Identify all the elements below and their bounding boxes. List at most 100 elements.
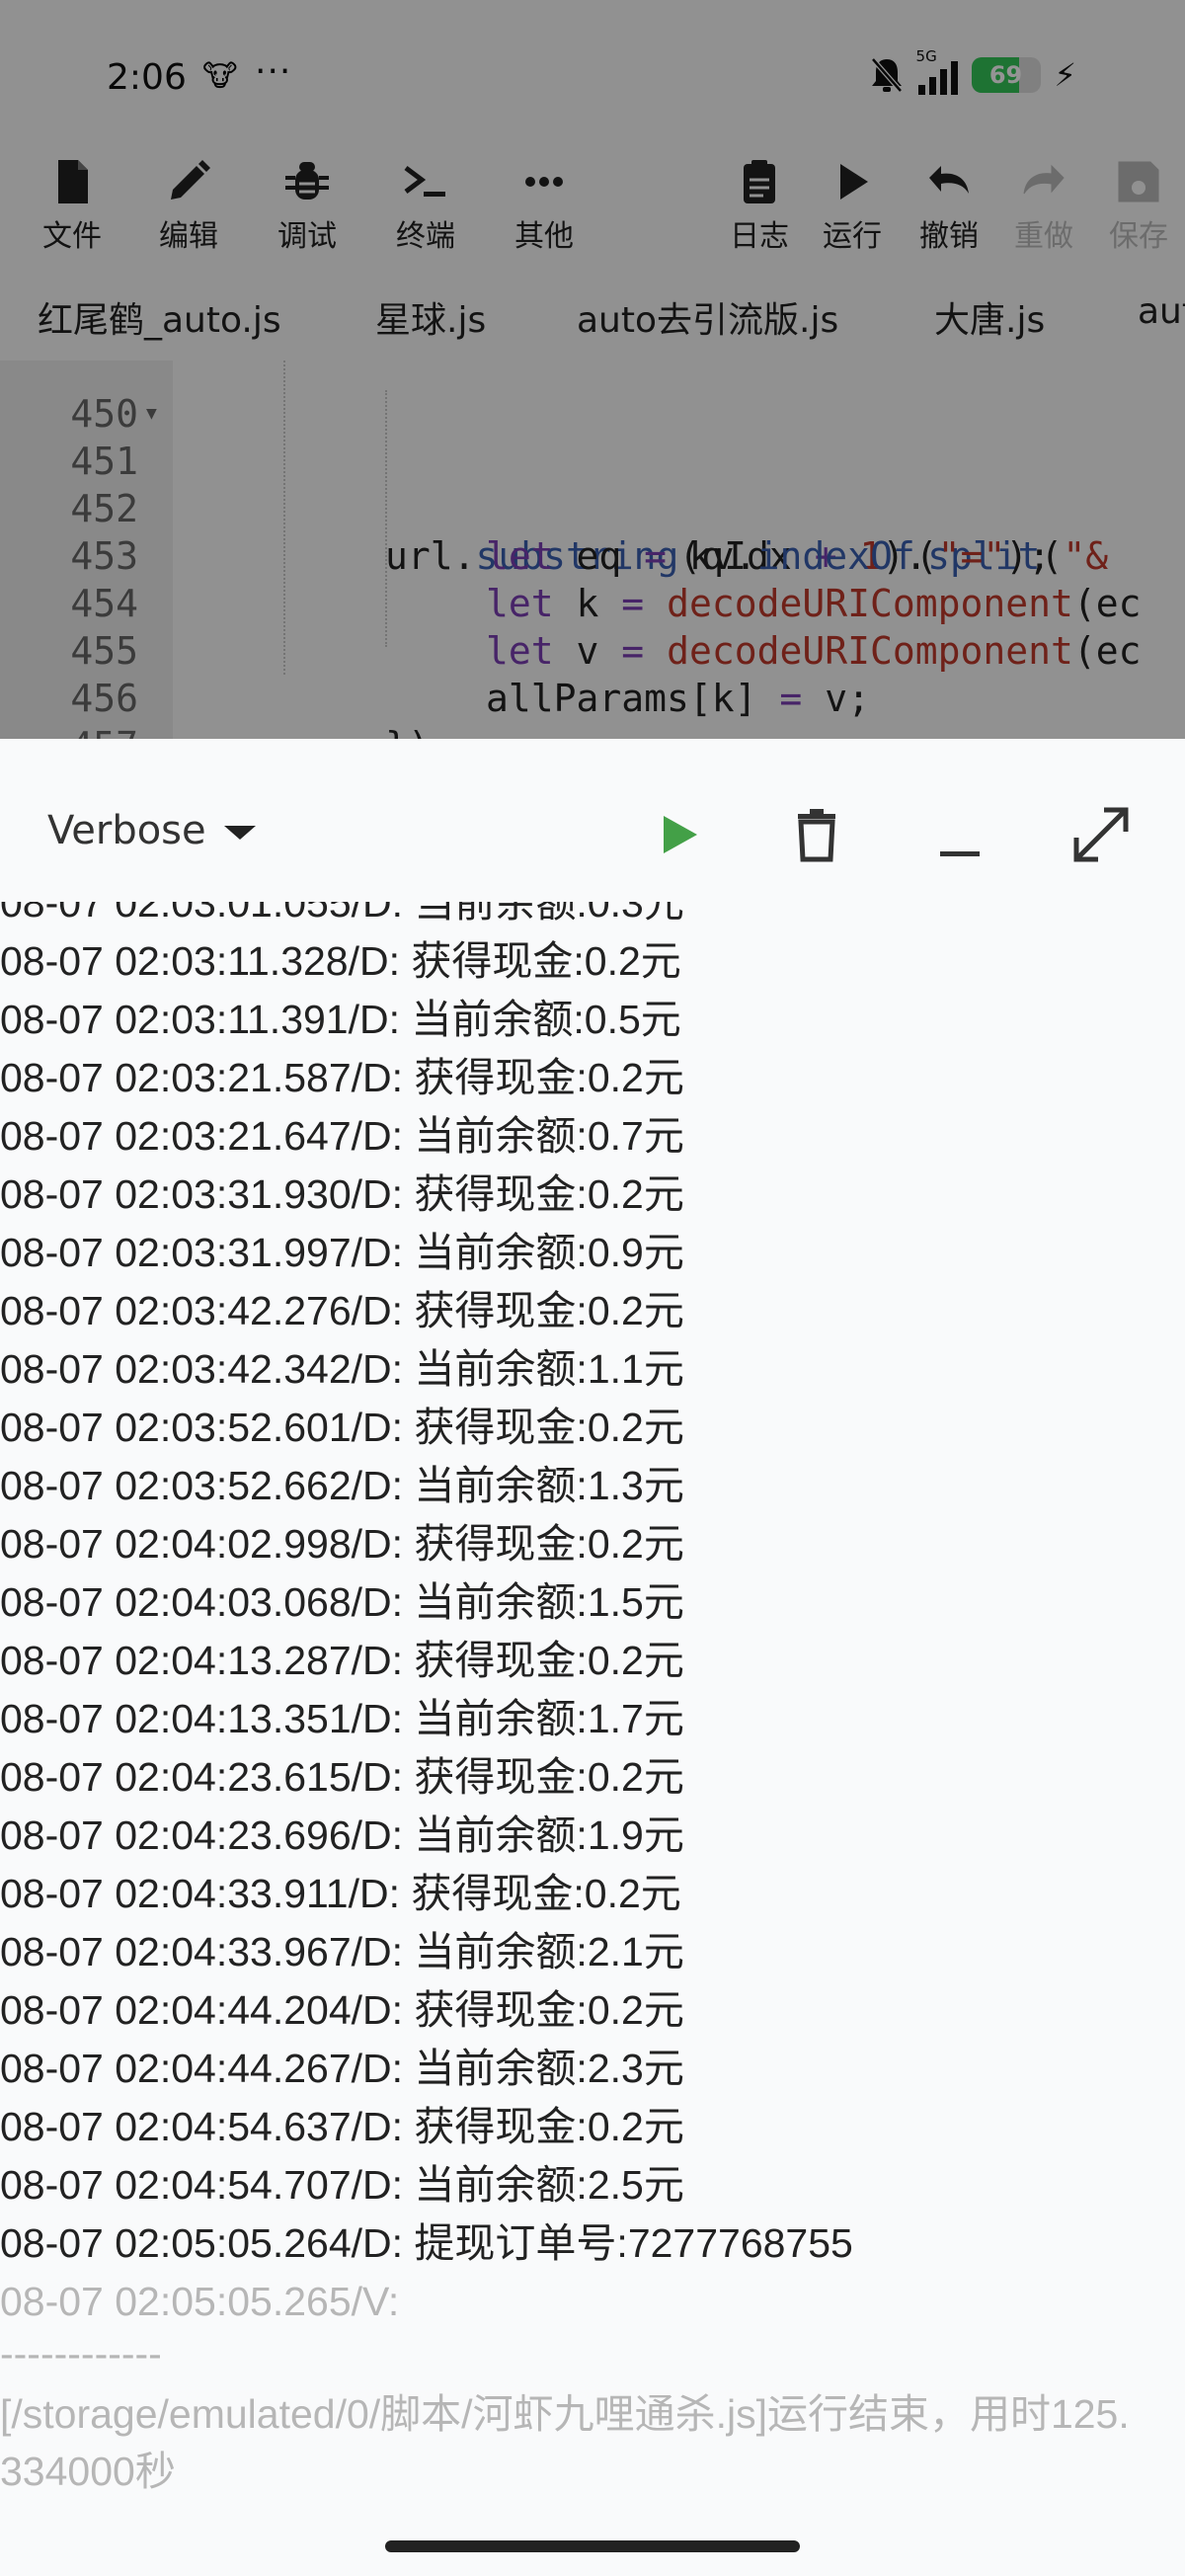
console-panel: Verbose 08-07 02:03:01.055/D: 当前余额:0.3元 … (0, 739, 1185, 2576)
log-separator: ------------ (0, 2331, 162, 2376)
terminal-label: 终端 (396, 219, 455, 254)
log-label: 日志 (730, 219, 789, 254)
save-icon (1118, 161, 1159, 202)
file-tab[interactable]: aut (1138, 291, 1185, 332)
code-line: 454 let v = decodeURIComponent(ec (0, 532, 1185, 673)
log-line: 08-07 02:04:03.068/D: 当前余额:1.5元 (0, 1579, 684, 1625)
log-line: 08-07 02:03:31.997/D: 当前余额:0.9元 (0, 1230, 684, 1275)
file-tab[interactable]: 星球.js (375, 291, 486, 343)
play-icon (664, 816, 697, 853)
redo-button[interactable]: 重做 (999, 156, 1088, 259)
rerun-button[interactable] (644, 800, 713, 869)
network-type-label: 5G (915, 47, 937, 65)
file-tab[interactable]: 大唐.js (934, 291, 1045, 343)
terminal-icon (404, 166, 445, 197)
more-notifications-icon: ··· (255, 51, 292, 92)
run-label: 运行 (823, 219, 882, 254)
more-button[interactable]: 其他 (500, 156, 589, 259)
debug-label: 调试 (277, 219, 337, 254)
minimize-button[interactable] (926, 800, 995, 869)
code-line: 457 } (0, 675, 1185, 739)
log-line: 08-07 02:05:05.264/D: 提现订单号:7277768755 (0, 2220, 853, 2266)
code-line: 456 }); (0, 627, 1185, 739)
log-level-select[interactable]: Verbose (47, 808, 256, 853)
terminal-button[interactable]: 终端 (381, 156, 470, 259)
log-level-value: Verbose (47, 808, 206, 853)
debug-button[interactable]: 调试 (263, 156, 352, 259)
status-indicators: 5G 69 ⚡ (869, 47, 1076, 95)
status-bar: 2:06 🐮 ··· 5G 69 ⚡ (0, 0, 1185, 148)
log-finish-message: [/storage/emulated/0/脚本/河虾九哩通杀.js]运行结束，用… (0, 2391, 1130, 2494)
log-line: 08-07 02:03:21.587/D: 获得现金:0.2元 (0, 1055, 684, 1100)
log-line: 08-07 02:04:13.287/D: 获得现金:0.2元 (0, 1638, 684, 1683)
fold-arrow-icon[interactable]: ▼ (146, 390, 157, 438)
log-line: 08-07 02:03:52.601/D: 获得现金:0.2元 (0, 1405, 684, 1450)
mute-bell-icon (869, 55, 905, 95)
file-label: 文件 (42, 219, 102, 254)
status-time: 2:06 (107, 57, 187, 98)
log-line: 08-07 02:03:42.342/D: 当前余额:1.1元 (0, 1346, 684, 1392)
log-line: 08-07 02:04:23.696/D: 当前余额:1.9元 (0, 1812, 684, 1858)
undo-button[interactable]: 撤销 (905, 156, 993, 259)
log-line: 08-07 02:04:44.267/D: 当前余额:2.3元 (0, 2046, 684, 2091)
home-indicator[interactable] (385, 2540, 800, 2552)
file-tabs: 红尾鹤_auto.js 星球.js auto去引流版.js 大唐.js aut (0, 282, 1185, 356)
clipboard-icon (744, 160, 775, 203)
log-line: 08-07 02:04:13.351/D: 当前余额:1.7元 (0, 1696, 684, 1741)
code-editor[interactable]: 450 451 ▼ url.substring(qIdx + 1).split(… (0, 361, 1185, 739)
editor-toolbar: 文件 编辑 调试 终端 其他 日志 运行 撤销 重做 保存 (0, 148, 1185, 267)
code-line: 455 allParams[k] = v; (0, 580, 1185, 720)
cellular-signal-icon: 5G (916, 47, 958, 95)
log-line: 08-07 02:04:44.204/D: 获得现金:0.2元 (0, 1987, 684, 2033)
log-line: 08-07 02:03:11.391/D: 当前余额:0.5元 (0, 997, 681, 1042)
expand-icon (1073, 807, 1129, 862)
battery-icon: 69 (971, 57, 1041, 93)
code-line: 451 ▼ url.substring(qIdx + 1).split("& (0, 390, 1185, 578)
bug-icon (285, 162, 329, 200)
play-icon (840, 164, 868, 200)
log-button[interactable]: 日志 (715, 156, 804, 259)
edit-button[interactable]: 编辑 (144, 156, 233, 259)
file-tab[interactable]: auto去引流版.js (577, 291, 838, 343)
clear-log-button[interactable] (782, 800, 851, 869)
code-line: 453 let k = decodeURIComponent(ec (0, 485, 1185, 625)
undo-icon (929, 166, 969, 194)
save-label: 保存 (1109, 219, 1168, 254)
expand-button[interactable] (1066, 800, 1136, 869)
pencil-icon (171, 160, 210, 200)
log-line: 08-07 02:04:54.707/D: 当前余额:2.5元 (0, 2162, 684, 2208)
log-line: 08-07 02:03:21.647/D: 当前余额:0.7元 (0, 1113, 684, 1159)
log-line-verbose: 08-07 02:05:05.265/V: (0, 2279, 400, 2324)
log-line: 08-07 02:03:11.328/D: 获得现金:0.2元 (0, 938, 681, 984)
notification-emoji-icon: 🐮 (202, 59, 238, 94)
code-line: 450 (0, 361, 1185, 436)
code-line: 452 let eq = kv.indexOf("="); (0, 438, 1185, 578)
battery-percent: 69 (988, 61, 1023, 89)
log-line: 08-07 02:04:33.911/D: 获得现金:0.2元 (0, 1871, 681, 1916)
undo-label: 撤销 (919, 219, 979, 254)
redo-label: 重做 (1014, 219, 1073, 254)
log-line: 08-07 02:04:23.615/D: 获得现金:0.2元 (0, 1754, 684, 1800)
log-line: 08-07 02:03:01.055/D: 当前余额:0.3元 (0, 902, 684, 926)
charging-icon: ⚡ (1054, 56, 1076, 94)
file-button[interactable]: 文件 (28, 156, 117, 259)
edit-label: 编辑 (159, 219, 218, 254)
run-button[interactable]: 运行 (808, 156, 897, 259)
file-tab[interactable]: 红尾鹤_auto.js (38, 291, 281, 343)
log-line: 08-07 02:03:31.930/D: 获得现金:0.2元 (0, 1171, 684, 1217)
log-line: 08-07 02:04:02.998/D: 获得现金:0.2元 (0, 1521, 684, 1567)
log-line: 08-07 02:04:54.637/D: 获得现金:0.2元 (0, 2104, 684, 2149)
save-button[interactable]: 保存 (1094, 156, 1183, 259)
log-line: 08-07 02:03:52.662/D: 当前余额:1.3元 (0, 1463, 684, 1508)
more-dots-icon (525, 177, 563, 187)
redo-icon (1023, 164, 1065, 195)
log-line: 08-07 02:03:42.276/D: 获得现金:0.2元 (0, 1288, 684, 1333)
log-line: 08-07 02:04:33.967/D: 当前余额:2.1元 (0, 1929, 684, 1974)
log-output[interactable]: 08-07 02:03:01.055/D: 当前余额:0.3元 08-07 02:… (0, 902, 1185, 2551)
trash-icon (798, 809, 835, 862)
dropdown-caret-icon (223, 826, 256, 840)
minimize-icon (940, 851, 980, 856)
more-label: 其他 (514, 219, 574, 254)
file-icon (58, 160, 88, 203)
editor-area: 2:06 🐮 ··· 5G 69 ⚡ 文件 编辑 调试 终端 其他 日志 运行 … (0, 0, 1185, 739)
